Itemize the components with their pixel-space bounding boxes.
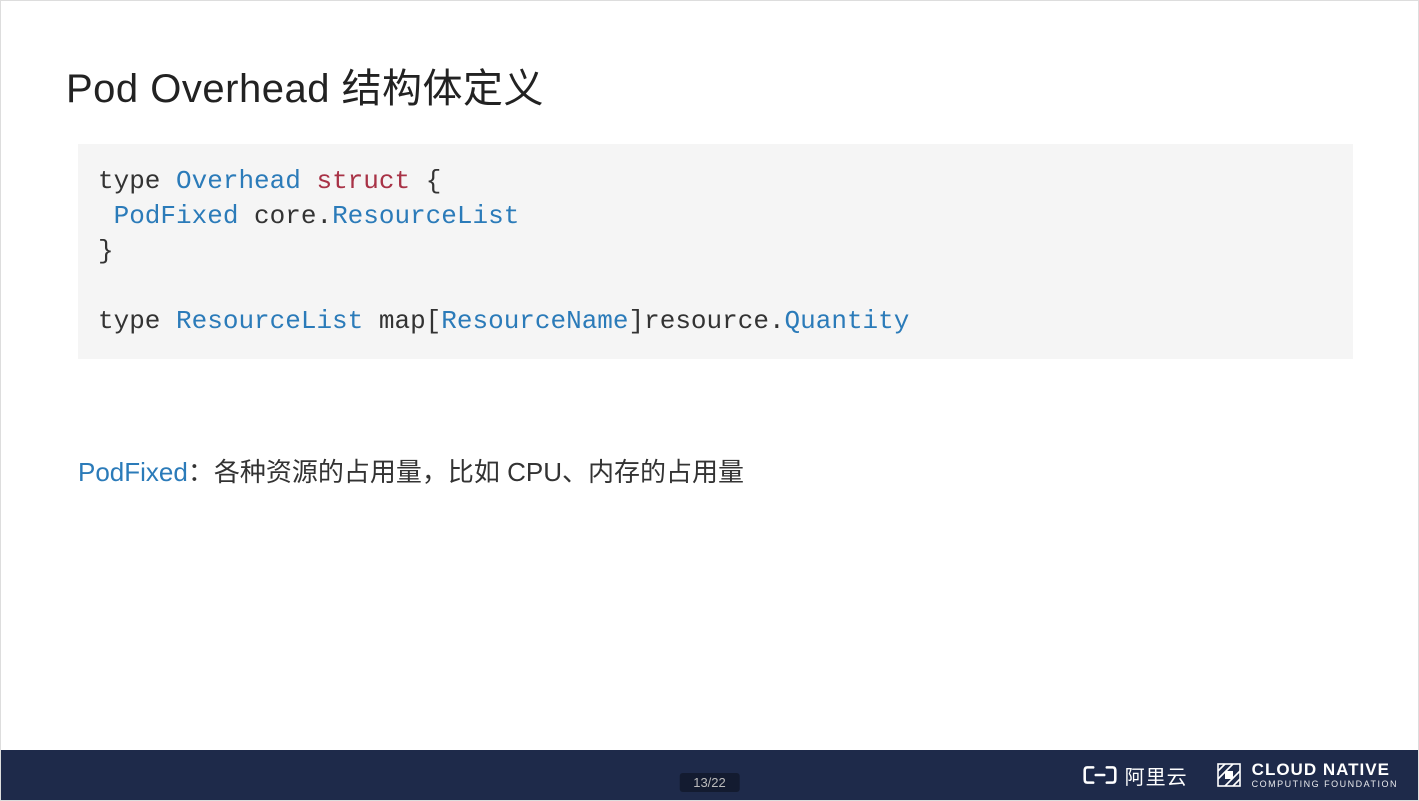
code-type-resourcelist2: ResourceList [176,306,363,336]
code-brace-open: { [410,166,441,196]
code-field-podfixed: PodFixed [98,201,238,231]
code-brace-close: } [98,236,114,266]
cncf-sub-text: COMPUTING FOUNDATION [1252,780,1398,789]
aliyun-text: 阿里云 [1125,761,1188,790]
code-keyword-struct: struct [316,166,410,196]
slide-title: Pod Overhead 结构体定义 [66,56,1353,114]
cncf-logo: CLOUD NATIVE COMPUTING FOUNDATION [1216,761,1398,789]
description-line: PodFixed：各种资源的占用量，比如 CPU、内存的占用量 [78,454,1353,490]
slide-content: Pod Overhead 结构体定义 type Overhead struct … [1,1,1418,751]
description-sep: ： [188,457,214,487]
code-pkg-core: core. [238,201,332,231]
slide-footer: 13/22 阿里云 CLOUD NATIVE [1,750,1418,800]
footer-logos: 阿里云 CLOUD NATIVE COMPUTING FOUNDATION [1083,761,1398,790]
code-map-open: map[ [363,306,441,336]
code-type-resourcelist: ResourceList [332,201,519,231]
cncf-main-text: CLOUD NATIVE [1252,761,1398,778]
aliyun-bracket-icon [1083,763,1117,787]
description-key: PodFixed [78,457,188,487]
code-type-quantity: Quantity [785,306,910,336]
code-keyword-type: type [98,166,160,196]
description-text: 各种资源的占用量，比如 CPU、内存的占用量 [214,457,744,487]
code-keyword-type2: type [98,306,160,336]
aliyun-logo: 阿里云 [1083,761,1188,790]
code-block: type Overhead struct { PodFixed core.Res… [78,144,1353,359]
page-indicator: 13/22 [679,773,740,792]
code-type-overhead: Overhead [176,166,301,196]
cncf-text-block: CLOUD NATIVE COMPUTING FOUNDATION [1252,761,1398,789]
code-type-resourcename: ResourceName [441,306,628,336]
code-map-close: ]resource. [629,306,785,336]
cncf-hexagon-icon [1216,762,1242,788]
